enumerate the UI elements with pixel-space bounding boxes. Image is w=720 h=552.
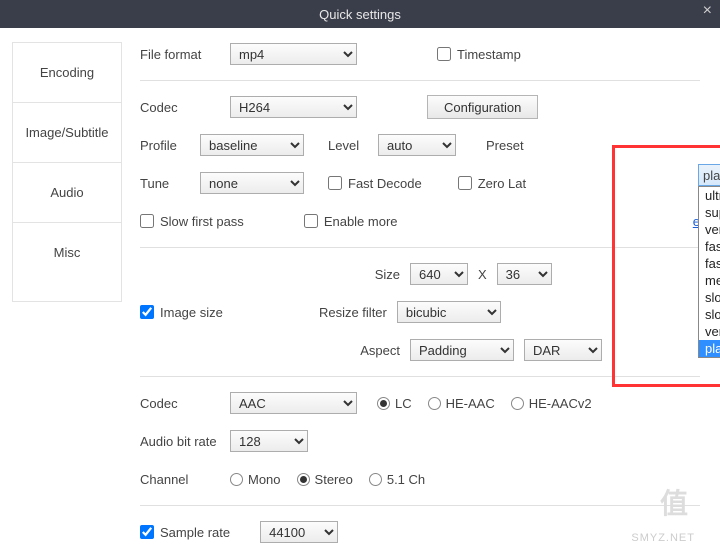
window-title: Quick settings [319, 7, 401, 22]
tune-label: Tune [140, 176, 200, 191]
lc-radio[interactable]: LC [377, 396, 412, 411]
watermark-text: SMYZ.NET [631, 532, 695, 544]
size-label: Size [280, 267, 400, 282]
profile-select[interactable]: baseline [200, 134, 304, 156]
audio-codec-label: Codec [140, 396, 230, 411]
configuration-button[interactable]: Configuration [427, 95, 538, 119]
codec-label: Codec [140, 100, 230, 115]
resize-filter-label: Resize filter [267, 305, 387, 320]
aspect-label: Aspect [280, 343, 400, 358]
bitrate-label: Audio bit rate [140, 434, 230, 449]
heaac-radio[interactable]: HE-AAC [428, 396, 495, 411]
channel-label: Channel [140, 472, 230, 487]
close-icon[interactable]: × [703, 2, 712, 20]
timestamp-checkbox[interactable]: Timestamp [437, 47, 521, 62]
heaacv2-radio[interactable]: HE-AACv2 [511, 396, 592, 411]
stereo-radio[interactable]: Stereo [297, 472, 353, 487]
content-panel: File format mp4 Timestamp Codec H264 Con… [122, 28, 720, 552]
tab-misc[interactable]: Misc [13, 223, 121, 282]
sample-rate-checkbox[interactable]: Sample rate [140, 525, 230, 540]
resize-filter-select[interactable]: bicubic [397, 301, 501, 323]
tune-select[interactable]: none [200, 172, 304, 194]
mono-radio[interactable]: Mono [230, 472, 281, 487]
preset-option[interactable]: medium [699, 272, 720, 289]
sample-rate-select[interactable]: 44100 [260, 521, 338, 543]
titlebar: Quick settings × [0, 0, 720, 28]
preset-option[interactable]: faster [699, 238, 720, 255]
profile-label: Profile [140, 138, 200, 153]
file-format-select[interactable]: mp4 [230, 43, 357, 65]
fast-decode-checkbox[interactable]: Fast Decode [328, 176, 422, 191]
tab-encoding[interactable]: Encoding [13, 43, 121, 103]
size-height-select[interactable]: 36 [497, 263, 552, 285]
51ch-radio[interactable]: 5.1 Ch [369, 472, 425, 487]
zero-latency-checkbox[interactable]: Zero Lat [458, 176, 526, 191]
preset-label: Preset [486, 138, 524, 153]
image-size-checkbox[interactable]: Image size [140, 305, 223, 320]
bitrate-select[interactable]: 128 [230, 430, 308, 452]
preset-option[interactable]: ultrafast [699, 187, 720, 204]
level-label: Level [328, 138, 368, 153]
preset-option[interactable]: superfast [699, 204, 720, 221]
tab-audio[interactable]: Audio [13, 163, 121, 223]
level-select[interactable]: auto [378, 134, 456, 156]
aspect-select[interactable]: Padding [410, 339, 514, 361]
preset-dropdown[interactable]: ultrafast superfast veryfast faster fast… [698, 186, 720, 358]
video-codec-select[interactable]: H264 [230, 96, 357, 118]
audio-codec-select[interactable]: AAC [230, 392, 357, 414]
dar-select[interactable]: DAR [524, 339, 602, 361]
preset-option[interactable]: slow [699, 289, 720, 306]
preset-select[interactable]: placebo ▾ [698, 164, 720, 186]
slow-first-pass-checkbox[interactable]: Slow first pass [140, 214, 244, 229]
preset-option[interactable]: veryfast [699, 221, 720, 238]
quick-settings-window: Quick settings × Encoding Image/Subtitle… [0, 0, 720, 552]
file-format-label: File format [140, 47, 230, 62]
preset-option[interactable]: veryslow [699, 323, 720, 340]
tab-image-subtitle[interactable]: Image/Subtitle [13, 103, 121, 163]
size-x-label: X [468, 267, 497, 282]
preset-option[interactable]: fast [699, 255, 720, 272]
sidebar: Encoding Image/Subtitle Audio Misc [12, 42, 122, 302]
size-width-select[interactable]: 640 [410, 263, 468, 285]
enable-more-checkbox[interactable]: Enable more [304, 214, 398, 229]
preset-option[interactable]: placebo [699, 340, 720, 357]
preset-option[interactable]: slower [699, 306, 720, 323]
